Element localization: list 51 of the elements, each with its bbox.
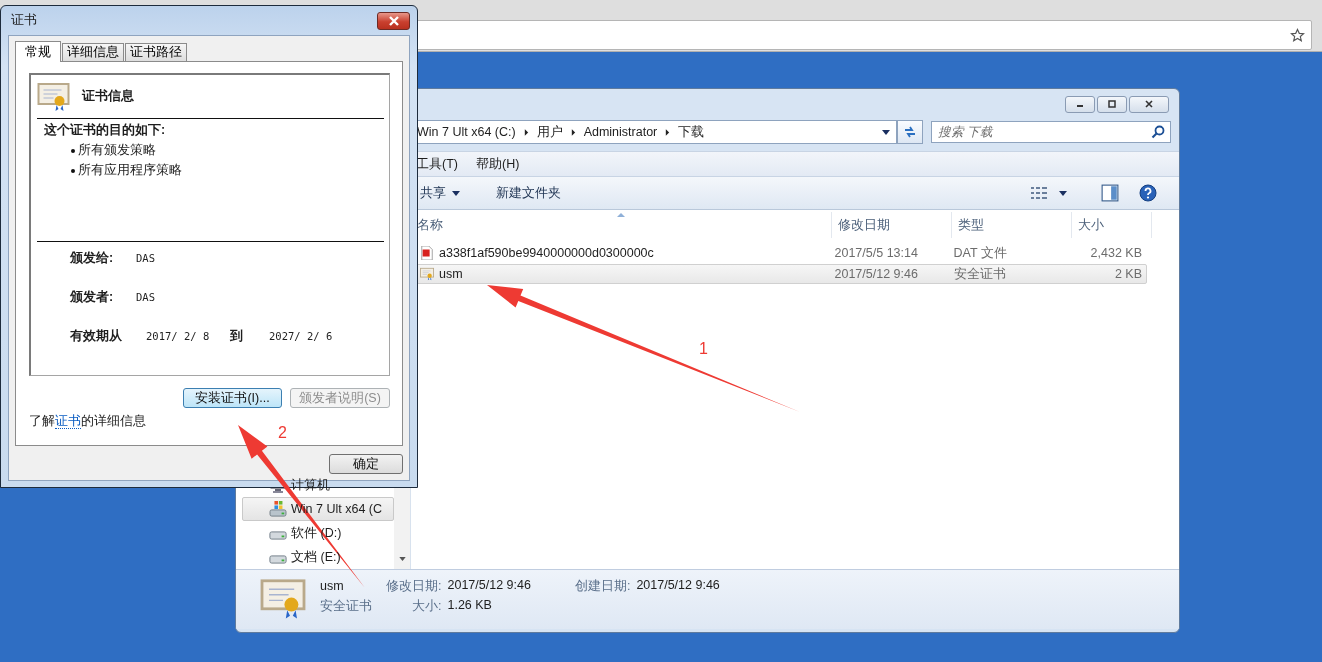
ok-button[interactable]: 确定 [329,454,403,474]
menu-item[interactable]: 帮助(H) [475,155,520,173]
dialog-button[interactable]: 安装证书(I)... [183,388,282,408]
tab[interactable]: 证书路径 [125,43,187,61]
field-label: 到 [230,327,243,345]
table-cell-text: 安全证书 [952,265,1007,283]
toolbar-button[interactable]: 共享 [412,180,468,206]
purpose-item: 所有应用程序策略 [78,162,182,179]
field-value: 1.26 KB [447,598,493,614]
info-text: 了解证书的详细信息 [29,413,147,430]
breadcrumb-item[interactable]: 下载 [678,123,705,141]
field-value: 2027/ 2/ 6 [269,330,334,342]
breadcrumb-item[interactable]: Win 7 Ult x64 (C:) [417,125,516,139]
field-value: 2017/ 2/ 8 [146,330,211,342]
table-cell-text: 2 KB [1113,266,1143,283]
field-label: 有效期从 [70,327,123,345]
table-cell-text: DAT 文件 [952,244,1008,262]
file-name: usm [439,267,463,281]
field-value: 2017/5/12 9:46 [636,578,720,594]
field-value: DAS [136,291,155,303]
column-header[interactable]: 大小 [1072,212,1152,238]
toolbar-button[interactable]: 新建文件夹 [488,180,569,206]
field-label: 颁发给: [70,249,115,267]
breadcrumb-item[interactable]: Administrator [583,125,658,139]
certificate-link[interactable]: 证书 [55,414,81,429]
search-field[interactable]: 搜索 下载 [931,121,1171,143]
table-cell-text: 2,432 KB [1089,245,1143,262]
breadcrumb-item[interactable]: 用户 [536,123,563,141]
annotation-label: 2 [278,424,287,441]
table-cell-text: 2017/5/5 13:14 [833,245,919,262]
window-title: 证书 [11,12,37,29]
purpose-item: 所有颁发策略 [78,142,156,159]
heading: 证书信息 [82,88,134,105]
column-header[interactable]: 类型 [952,212,1072,238]
field-label: 修改日期: [386,578,442,595]
field-label: 大小: [411,598,442,615]
field-value: 2017/5/12 9:46 [447,578,531,594]
tab[interactable]: 详细信息 [62,43,124,61]
table-cell-text: 2017/5/12 9:46 [833,266,919,283]
field-label: 创建日期: [574,578,631,595]
purpose-title: 这个证书的目的如下: [44,122,167,139]
file-name: usm [320,578,344,594]
field-value: DAS [136,252,155,264]
field-label: 颁发者: [70,288,115,306]
navigation-item[interactable]: 文档 (E:) [242,545,394,569]
file-row[interactable]: a338f1af590be9940000000d0300000c 2017/5/5 13:14 DAT 文件 2,432 KB [411,243,1147,263]
file-name: a338f1af590be9940000000d0300000c [439,246,654,260]
file-type: 安全证书 [320,598,372,615]
column-header[interactable]: 修改日期 [832,212,952,238]
tab[interactable]: 常规 [15,41,61,62]
annotation-label: 1 [699,340,708,357]
